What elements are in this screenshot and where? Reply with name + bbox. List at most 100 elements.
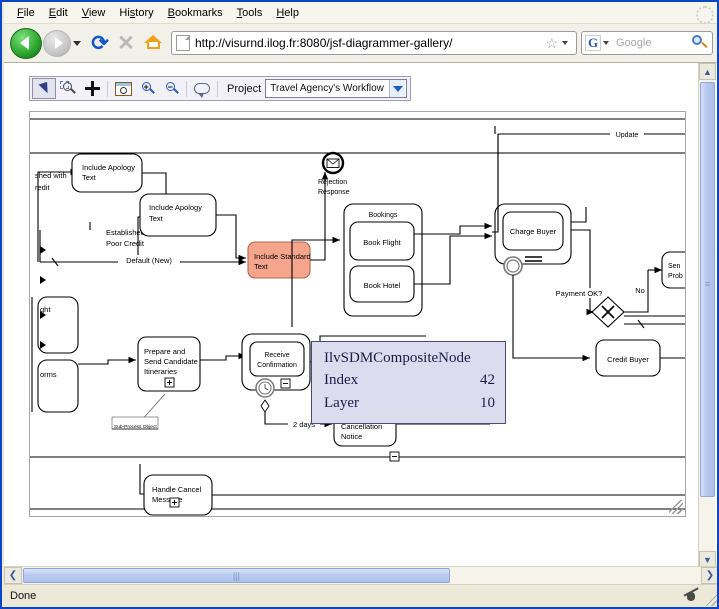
back-arrow-icon[interactable] bbox=[10, 28, 42, 59]
svg-text:Payment OK?: Payment OK? bbox=[556, 289, 603, 298]
edge-marker bbox=[40, 246, 46, 254]
tooltip-index-label: Index bbox=[324, 369, 358, 392]
svg-text:Bookings: Bookings bbox=[369, 212, 398, 219]
project-selected-value: Travel Agency's Workflow bbox=[270, 83, 384, 94]
browser-window: File Edit View History Bookmarks Tools H… bbox=[0, 0, 719, 609]
zoom-out-icon: − bbox=[163, 81, 180, 96]
svg-text:Notice: Notice bbox=[341, 432, 362, 441]
project-label: Project bbox=[227, 83, 261, 95]
speech-bubble-icon bbox=[194, 83, 210, 94]
scroll-left-arrow-icon[interactable]: ❮ bbox=[4, 567, 22, 584]
status-bar: Done bbox=[4, 584, 719, 607]
navigation-toolbar: ⟳ ✕ http://visurnd.ilog.fr:8080/jsf-diag… bbox=[4, 24, 719, 63]
svg-text:Text: Text bbox=[254, 262, 269, 271]
svg-text:Text: Text bbox=[149, 214, 164, 223]
svg-text:Rejection: Rejection bbox=[318, 179, 347, 186]
tooltip-layer-value: 10 bbox=[480, 392, 495, 415]
svg-text:Handle Cancel: Handle Cancel bbox=[152, 485, 202, 494]
toolbar-separator bbox=[107, 81, 108, 97]
bug-icon[interactable] bbox=[683, 588, 699, 604]
horizontal-scrollbar-thumb[interactable]: ||| bbox=[23, 568, 450, 583]
magnifier-handle bbox=[701, 42, 707, 48]
magnifier-icon[interactable] bbox=[691, 34, 709, 52]
toolbar-separator bbox=[217, 81, 218, 97]
throbber-icon bbox=[695, 5, 711, 21]
vertical-scrollbar[interactable]: ▲ ▼ bbox=[698, 63, 715, 568]
page-content: + − Project Travel Agency's Workflow bbox=[4, 63, 719, 568]
svg-text:Charge Buyer: Charge Buyer bbox=[510, 227, 557, 236]
url-input[interactable]: http://visurnd.ilog.fr:8080/jsf-diagramm… bbox=[195, 35, 543, 51]
svg-text:Confirmation: Confirmation bbox=[257, 362, 297, 369]
scroll-right-arrow-icon[interactable]: ❯ bbox=[701, 567, 719, 584]
search-input[interactable]: Google bbox=[613, 37, 691, 49]
window-resize-grip[interactable] bbox=[706, 594, 718, 606]
svg-text:redit: redit bbox=[35, 183, 51, 192]
menu-file[interactable]: File bbox=[10, 4, 42, 22]
reload-icon[interactable]: ⟳ bbox=[87, 30, 113, 56]
horizontal-scrollbar[interactable]: ❮ ||| ❯ bbox=[4, 566, 719, 584]
svg-text:Prepare and: Prepare and bbox=[144, 347, 185, 356]
zoom-out-tool[interactable]: − bbox=[159, 78, 183, 99]
tooltip-tool[interactable] bbox=[190, 78, 214, 99]
svg-text:Receive: Receive bbox=[264, 352, 289, 359]
edge-marker bbox=[40, 311, 46, 319]
chevron-down-icon[interactable] bbox=[389, 80, 405, 97]
page-icon bbox=[176, 35, 190, 51]
svg-text:Book Hotel: Book Hotel bbox=[364, 281, 401, 290]
zoom-in-tool[interactable]: + bbox=[135, 78, 159, 99]
url-dropdown-icon[interactable] bbox=[562, 41, 568, 45]
svg-text:Credit Buyer: Credit Buyer bbox=[607, 355, 649, 364]
svg-text:Book Flight: Book Flight bbox=[363, 238, 401, 247]
pan-tool[interactable] bbox=[80, 78, 104, 99]
zoom-in-icon: + bbox=[139, 81, 156, 96]
diagram-canvas[interactable]: Include Apology Text shed with redit Est… bbox=[29, 111, 686, 517]
menu-view[interactable]: View bbox=[75, 4, 113, 22]
workflow-diagram: Include Apology Text shed with redit Est… bbox=[30, 112, 686, 517]
svg-text:Include Apology: Include Apology bbox=[149, 203, 202, 212]
vertical-scrollbar-thumb[interactable] bbox=[700, 82, 715, 497]
edge-marker bbox=[40, 276, 46, 284]
marquee-zoom-icon bbox=[60, 81, 77, 96]
zoom-region-tool[interactable] bbox=[56, 78, 80, 99]
svg-text:Prob: Prob bbox=[668, 273, 683, 280]
select-tool[interactable] bbox=[32, 78, 56, 99]
svg-text:Sen: Sen bbox=[668, 263, 681, 270]
svg-text:Itineraries: Itineraries bbox=[144, 367, 177, 376]
chevron-down-icon[interactable] bbox=[71, 33, 83, 53]
scroll-up-arrow-icon[interactable]: ▲ bbox=[699, 63, 716, 80]
stop-icon[interactable]: ✕ bbox=[113, 30, 139, 56]
menu-edit[interactable]: Edit bbox=[42, 4, 75, 22]
tooltip-row-layer: Layer 10 bbox=[324, 392, 495, 415]
forward-arrow-icon[interactable] bbox=[43, 30, 71, 57]
tooltip-layer-label: Layer bbox=[324, 392, 359, 415]
menu-history[interactable]: History bbox=[112, 4, 160, 22]
home-icon[interactable] bbox=[139, 30, 167, 56]
bookmark-star-icon[interactable]: ☆ bbox=[543, 35, 560, 52]
svg-text:Include Standard: Include Standard bbox=[254, 252, 311, 261]
svg-text:Send Candidate: Send Candidate bbox=[144, 357, 198, 366]
url-bar[interactable]: http://visurnd.ilog.fr:8080/jsf-diagramm… bbox=[171, 31, 577, 55]
svg-text:No: No bbox=[635, 286, 645, 295]
search-engine-dropdown-icon[interactable] bbox=[603, 41, 609, 45]
menu-help[interactable]: Help bbox=[269, 4, 306, 22]
menu-bookmarks[interactable]: Bookmarks bbox=[161, 4, 230, 22]
status-text: Done bbox=[10, 590, 683, 602]
tooltip-title: IlvSDMCompositeNode bbox=[324, 348, 495, 369]
zoom-fit-icon bbox=[115, 82, 132, 96]
canvas-resize-grip[interactable] bbox=[669, 500, 683, 514]
home-body bbox=[147, 42, 160, 49]
project-select[interactable]: Travel Agency's Workflow bbox=[265, 79, 407, 98]
svg-text:Include Apology: Include Apology bbox=[82, 163, 135, 172]
magnifier-lens bbox=[692, 35, 702, 45]
menu-bar: File Edit View History Bookmarks Tools H… bbox=[4, 2, 719, 24]
svg-text:Update: Update bbox=[616, 132, 639, 139]
svg-text:shed with: shed with bbox=[35, 171, 67, 180]
menu-tools[interactable]: Tools bbox=[230, 4, 270, 22]
google-logo-icon[interactable]: G bbox=[585, 35, 601, 51]
zoom-fit-tool[interactable] bbox=[111, 78, 135, 99]
svg-text:Default (New): Default (New) bbox=[126, 256, 172, 265]
svg-text:orms: orms bbox=[40, 370, 57, 379]
svg-text:Sub-Process Object: Sub-Process Object bbox=[114, 424, 157, 430]
node-tooltip: IlvSDMCompositeNode Index 42 Layer 10 bbox=[311, 341, 506, 424]
search-bar[interactable]: G Google bbox=[581, 31, 713, 55]
